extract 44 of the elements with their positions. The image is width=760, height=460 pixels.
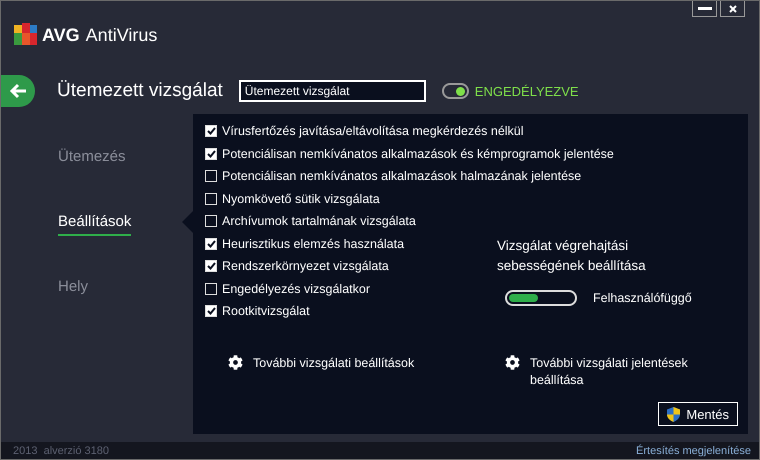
back-button[interactable] bbox=[1, 75, 35, 107]
option-label: Potenciálisan nemkívánatos alkalmazások halmazának jelentése bbox=[222, 169, 582, 184]
checkbox[interactable] bbox=[205, 215, 217, 228]
logo-icon bbox=[14, 23, 38, 47]
settings-link[interactable]: További vizsgálati beállítások bbox=[228, 354, 505, 388]
name-field[interactable]: Ütemezett vizsgálat bbox=[238, 80, 426, 102]
option-label: Rendszerkörnyezet vizsgálata bbox=[222, 259, 389, 274]
speed-slider[interactable] bbox=[505, 290, 577, 306]
option-label: Potenciálisan nemkívánatos alkalmazások és kémprogramok jelentése bbox=[222, 146, 614, 161]
status-label: ENGEDÉLYEZVE bbox=[474, 84, 579, 98]
page-title: Ütemezett vizsgálat bbox=[57, 80, 223, 102]
close-icon bbox=[728, 4, 736, 12]
option-label: Engedélyezés vizsgálatkor bbox=[222, 282, 370, 296]
shield-icon bbox=[667, 406, 680, 422]
checkbox[interactable] bbox=[205, 305, 217, 318]
sidebar-item[interactable]: Ütemezés bbox=[58, 146, 126, 171]
checkbox[interactable] bbox=[205, 260, 217, 272]
option-label: Heurisztikus elemzés használata bbox=[222, 236, 404, 251]
checkbox[interactable] bbox=[205, 170, 217, 182]
checkbox[interactable] bbox=[205, 148, 217, 160]
option-label: Nyomkövető sütik vizsgálata bbox=[222, 192, 380, 206]
save-button[interactable]: Mentés bbox=[658, 402, 738, 426]
notification-link[interactable]: Értesítés megjelenítése bbox=[636, 444, 751, 456]
close-button[interactable] bbox=[720, 1, 745, 17]
speed-title: Vizsgálat végrehajtási sebességének beállítása bbox=[497, 237, 647, 275]
option-label: Vírusfertőzés javítása/eltávolítása megkérdezés nélkül bbox=[222, 124, 524, 138]
settings-link[interactable]: További vizsgálati jelentések beállítása bbox=[505, 354, 725, 388]
product-name: AntiVirus bbox=[86, 24, 158, 46]
speed-reading: Felhasználófüggő bbox=[593, 291, 692, 305]
sidebar-item[interactable]: Hely bbox=[58, 276, 88, 301]
checkbox[interactable] bbox=[205, 282, 217, 295]
brand-name: AVG bbox=[42, 24, 80, 46]
option-label: Rootkitvizsgálat bbox=[222, 304, 310, 318]
checkbox[interactable] bbox=[205, 125, 217, 138]
gear-icon bbox=[228, 354, 243, 370]
checkbox[interactable] bbox=[205, 192, 217, 205]
back-arrow-icon bbox=[9, 83, 27, 99]
minimize-button[interactable] bbox=[692, 1, 717, 17]
checkbox[interactable] bbox=[205, 238, 217, 250]
enable-toggle[interactable] bbox=[442, 83, 469, 99]
version-label: 2013 alverzió 3180 bbox=[13, 444, 110, 456]
option-label: Archívumok tartalmának vizsgálata bbox=[222, 214, 416, 228]
gear-icon bbox=[505, 354, 520, 370]
minimize-icon bbox=[698, 7, 712, 10]
